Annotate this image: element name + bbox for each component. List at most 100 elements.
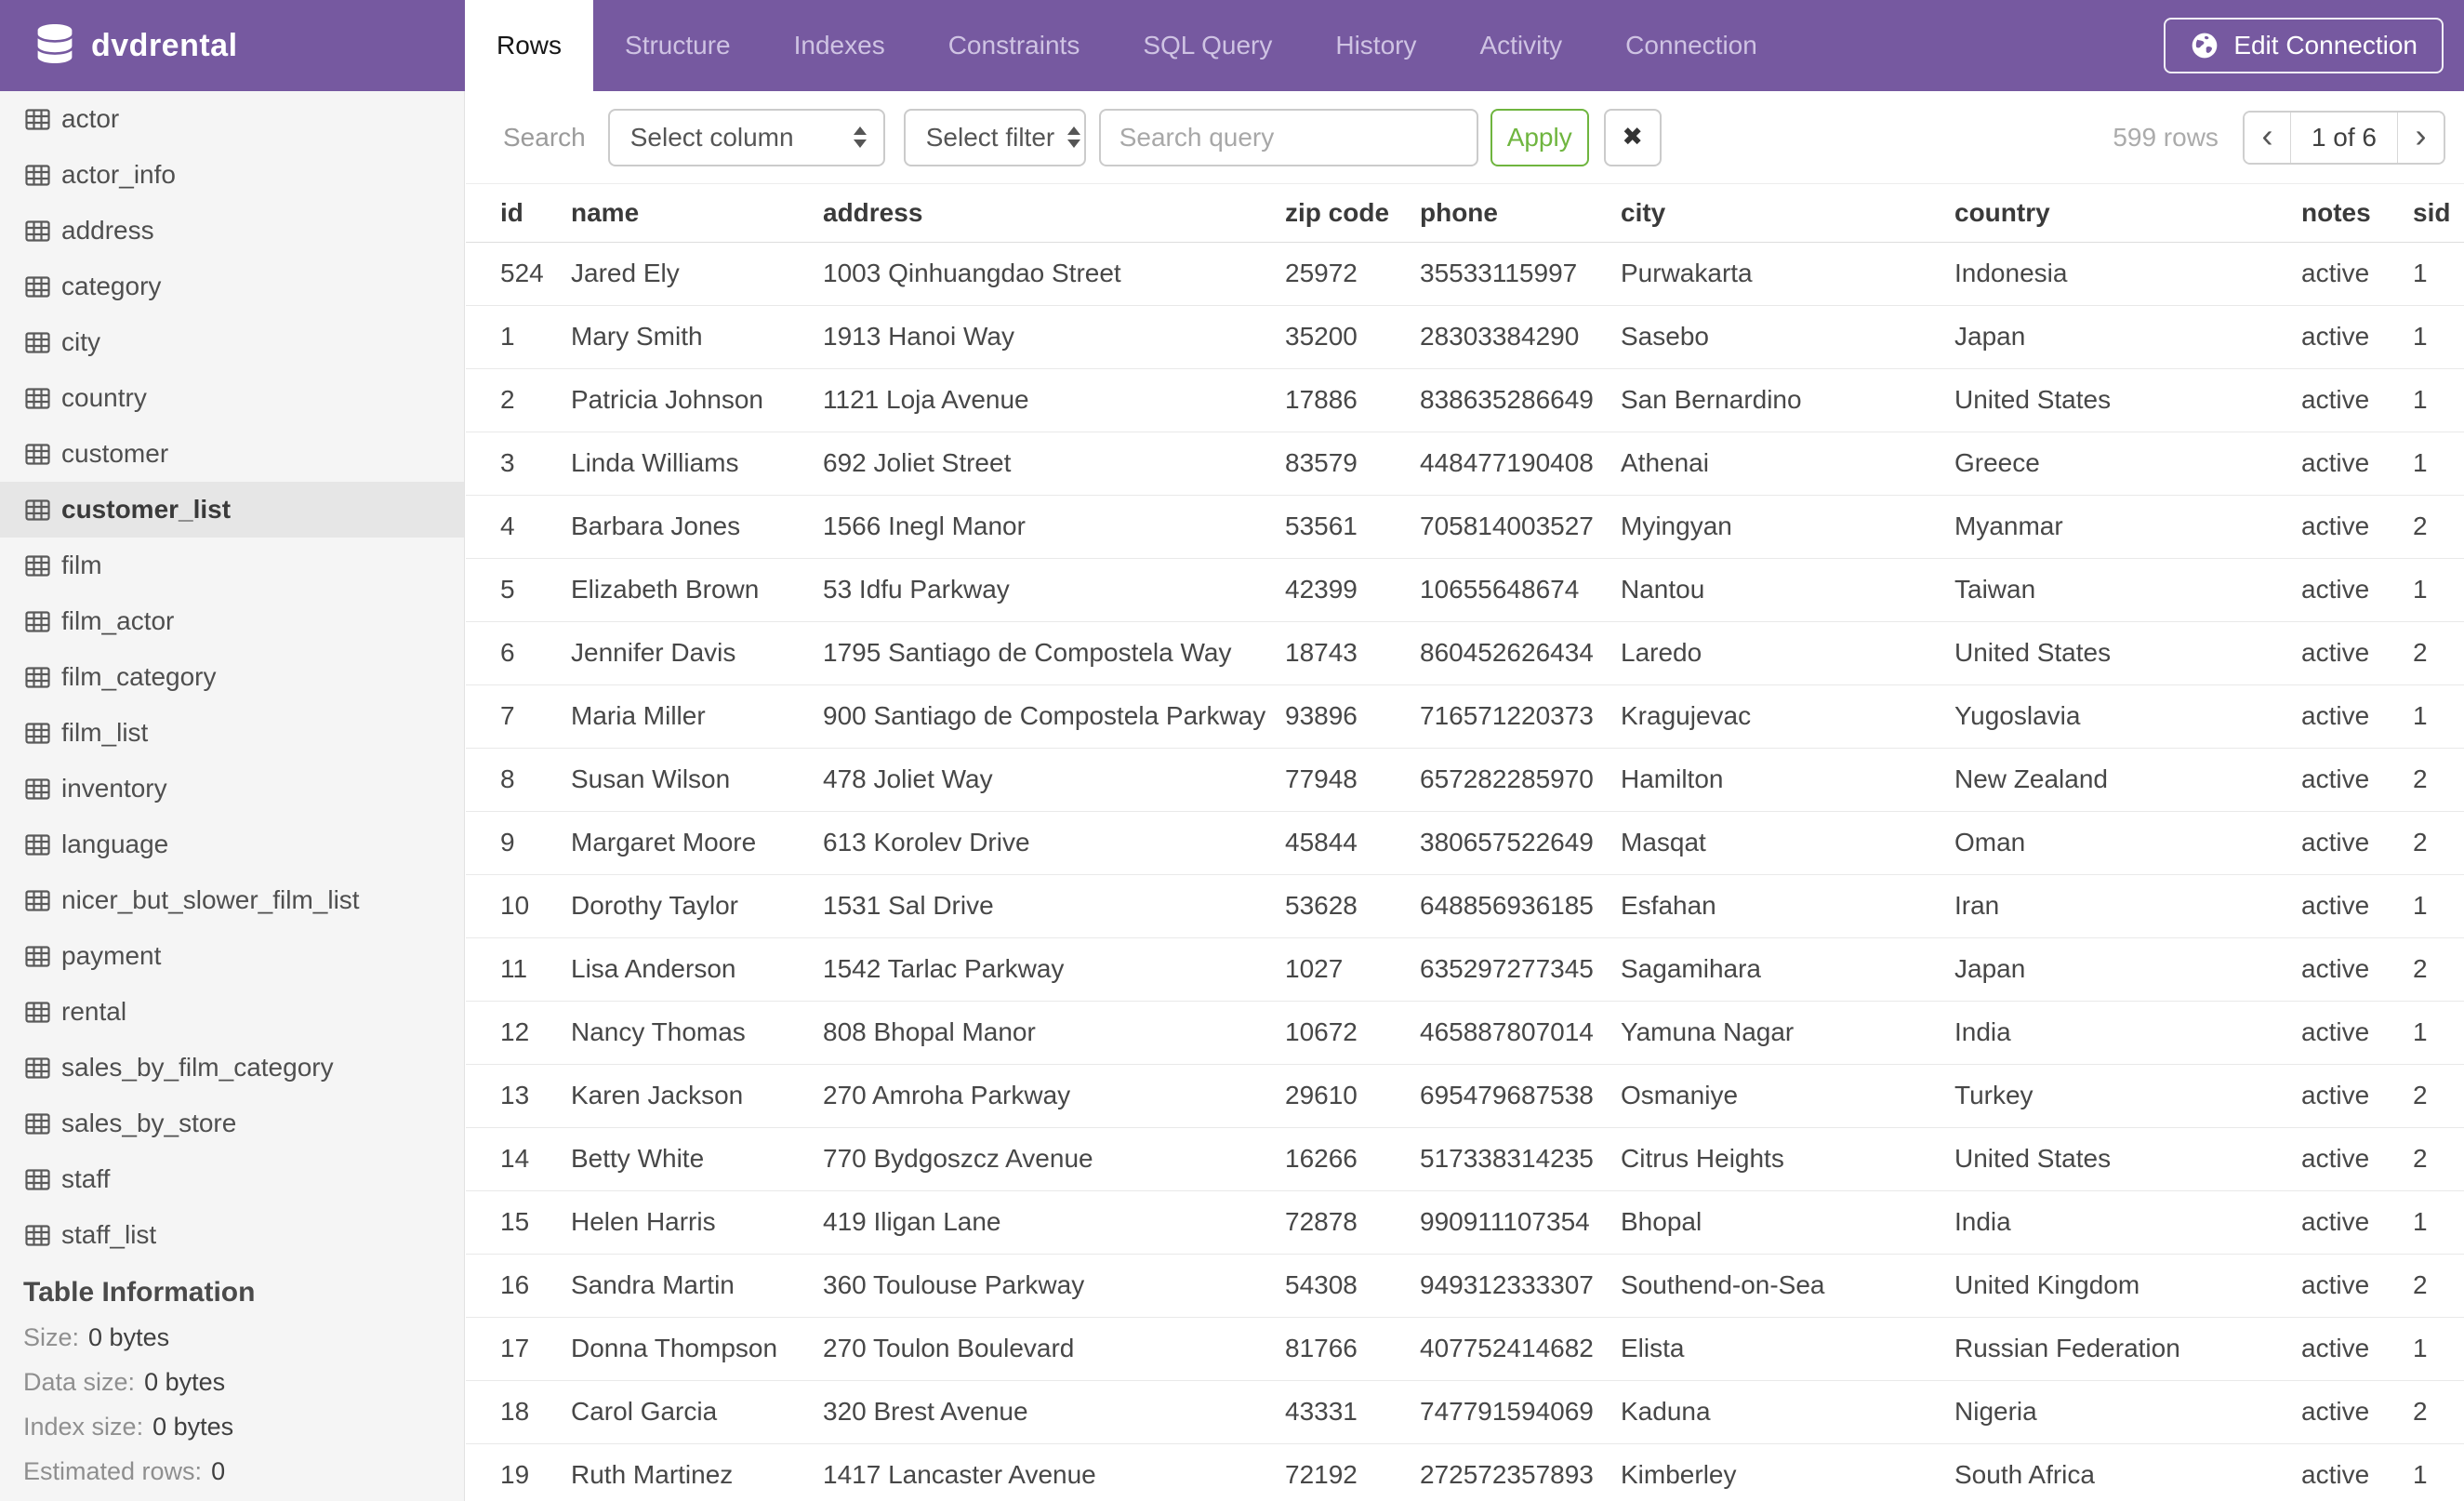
table-row[interactable]: 19 Ruth Martinez 1417 Lancaster Avenue 7219…	[466, 1443, 2464, 1501]
table-cell: 448477190408	[1420, 432, 1621, 496]
sidebar-item-label: city	[61, 327, 100, 356]
header-right: Edit Connection	[2164, 18, 2444, 73]
tab-activity[interactable]: Activity	[1448, 0, 1594, 91]
table-cell: Nancy Thomas	[571, 1001, 823, 1065]
column-select[interactable]: Select column	[607, 108, 885, 166]
sidebar-item-sales_by_film_category[interactable]: sales_by_film_category	[0, 1040, 464, 1096]
sidebar-item-customer[interactable]: customer	[0, 426, 464, 482]
table-row[interactable]: 5 Elizabeth Brown 53 Idfu Parkway 42399 1065…	[466, 558, 2464, 622]
table-cell: active	[2301, 1254, 2413, 1318]
sidebar-item-film_actor[interactable]: film_actor	[0, 593, 464, 649]
table-row[interactable]: 3 Linda Williams 692 Joliet Street 83579 448…	[466, 432, 2464, 496]
table-row[interactable]: 1 Mary Smith 1913 Hanoi Way 35200 2830338429…	[466, 305, 2464, 369]
sidebar-item-actor[interactable]: actor	[0, 91, 464, 147]
table-cell: 42399	[1285, 558, 1420, 622]
rows-count: 599 rows	[2113, 122, 2219, 152]
sidebar-item-film_list[interactable]: film_list	[0, 705, 464, 761]
tab-rows[interactable]: Rows	[465, 0, 594, 91]
table-cell: Dorothy Taylor	[571, 874, 823, 938]
table-row[interactable]: 15 Helen Harris 419 Iligan Lane 72878 990911…	[466, 1190, 2464, 1255]
tab-structure[interactable]: Structure	[593, 0, 762, 91]
tab-sql-query[interactable]: SQL Query	[1111, 0, 1304, 91]
sidebar-item-label: staff	[61, 1164, 111, 1193]
table-cell: 380657522649	[1420, 811, 1621, 875]
table-cell: active	[2301, 684, 2413, 749]
column-header-id: id	[466, 184, 571, 243]
table-row[interactable]: 4 Barbara Jones 1566 Inegl Manor 53561 70581…	[466, 495, 2464, 559]
table-cell: 770 Bydgoszcz Avenue	[823, 1127, 1285, 1191]
table-row[interactable]: 7 Maria Miller 900 Santiago de Compostela …	[466, 684, 2464, 749]
apply-button[interactable]: Apply	[1490, 108, 1589, 166]
sidebar-item-film_category[interactable]: film_category	[0, 649, 464, 705]
search-query-input[interactable]	[1098, 108, 1478, 166]
table-cell: 2	[2413, 811, 2464, 875]
filter-select[interactable]: Select filter	[903, 108, 1086, 166]
table-cell: 53 Idfu Parkway	[823, 558, 1285, 622]
table-row[interactable]: 2 Patricia Johnson 1121 Loja Avenue 17886 83…	[466, 368, 2464, 432]
sidebar-item-film[interactable]: film	[0, 538, 464, 593]
sidebar-item-city[interactable]: city	[0, 314, 464, 370]
table-row[interactable]: 12 Nancy Thomas 808 Bhopal Manor 10672 46588…	[466, 1001, 2464, 1065]
table-icon	[25, 387, 50, 409]
table-row[interactable]: 14 Betty White 770 Bydgoszcz Avenue 16266 51…	[466, 1127, 2464, 1191]
sidebar-item-inventory[interactable]: inventory	[0, 761, 464, 817]
sidebar-item-payment[interactable]: payment	[0, 928, 464, 984]
sidebar-item-label: sales_by_store	[61, 1109, 237, 1137]
table-cell: United States	[1954, 621, 2301, 685]
table-info-item: Size: 0 bytes	[23, 1322, 170, 1351]
next-page-button[interactable]: ›	[2398, 112, 2444, 163]
table-icon	[25, 275, 50, 298]
table-cell: 16266	[1285, 1127, 1420, 1191]
sidebar-item-language[interactable]: language	[0, 817, 464, 872]
edit-connection-button[interactable]: Edit Connection	[2164, 18, 2444, 73]
sidebar-item-nicer_but_slower_film_list[interactable]: nicer_but_slower_film_list	[0, 872, 464, 928]
sidebar-item-country[interactable]: country	[0, 370, 464, 426]
tab-indexes[interactable]: Indexes	[762, 0, 917, 91]
table-cell: 72192	[1285, 1443, 1420, 1501]
column-header-country: country	[1954, 184, 2301, 243]
tab-connection[interactable]: Connection	[1594, 0, 1789, 91]
sidebar-item-category[interactable]: category	[0, 259, 464, 314]
table-row[interactable]: 18 Carol Garcia 320 Brest Avenue 43331 74779…	[466, 1380, 2464, 1444]
sidebar-item-label: rental	[61, 997, 127, 1026]
sidebar-item-customer_list[interactable]: customer_list	[0, 482, 464, 538]
table-row[interactable]: 13 Karen Jackson 270 Amroha Parkway 29610 69…	[466, 1064, 2464, 1128]
sidebar-item-address[interactable]: address	[0, 203, 464, 259]
table-row[interactable]: 17 Donna Thompson 270 Toulon Boulevard 8176…	[466, 1317, 2464, 1381]
table-row[interactable]: 10 Dorothy Taylor 1531 Sal Drive 53628 64885…	[466, 874, 2464, 938]
table-cell: 8	[466, 748, 571, 812]
sidebar-item-sales_by_store[interactable]: sales_by_store	[0, 1096, 464, 1151]
data-table: id name address zip code phone city country not…	[466, 184, 2464, 1501]
table-cell: active	[2301, 368, 2413, 432]
table-row[interactable]: 9 Margaret Moore 613 Korolev Drive 45844 380…	[466, 811, 2464, 875]
sidebar-item-actor_info[interactable]: actor_info	[0, 147, 464, 203]
table-cell: 16	[466, 1254, 571, 1318]
tab-history[interactable]: History	[1304, 0, 1448, 91]
prev-page-button[interactable]: ‹	[2244, 112, 2290, 163]
table-row[interactable]: 6 Jennifer Davis 1795 Santiago de Composte…	[466, 621, 2464, 685]
sidebar-item-label: actor	[61, 104, 120, 133]
table-row[interactable]: 524 Jared Ely 1003 Qinhuangdao Street 25972…	[466, 242, 2464, 306]
table-cell: 5	[466, 558, 571, 622]
app-title: dvdrental	[91, 27, 238, 63]
sidebar-item-label: nicer_but_slower_film_list	[61, 885, 360, 914]
table-cell: active	[2301, 242, 2413, 306]
tab-constraints[interactable]: Constraints	[917, 0, 1112, 91]
table-cell: active	[2301, 558, 2413, 622]
table-cell: 18743	[1285, 621, 1420, 685]
table-cell: Yugoslavia	[1954, 684, 2301, 749]
table-row[interactable]: 11 Lisa Anderson 1542 Tarlac Parkway 1027 63…	[466, 937, 2464, 1002]
table-row[interactable]: 16 Sandra Martin 360 Toulouse Parkway 54308…	[466, 1254, 2464, 1318]
table-cell: United States	[1954, 1127, 2301, 1191]
sidebar-item-rental[interactable]: rental	[0, 984, 464, 1040]
table-row[interactable]: 8 Susan Wilson 478 Joliet Way 77948 65728228…	[466, 748, 2464, 812]
table-cell: 1027	[1285, 937, 1420, 1002]
clear-filter-button[interactable]: ✖	[1603, 108, 1662, 166]
sidebar-item-staff[interactable]: staff	[0, 1151, 464, 1207]
table-info-item: Estimated rows: 0	[23, 1456, 226, 1485]
table-cell: 990911107354	[1420, 1190, 1621, 1255]
table-cell: 18	[466, 1380, 571, 1444]
table-cell: 3	[466, 432, 571, 496]
sidebar-item-staff_list[interactable]: staff_list	[0, 1207, 464, 1263]
table-list: actor actor_info address category city countr…	[0, 91, 464, 1263]
